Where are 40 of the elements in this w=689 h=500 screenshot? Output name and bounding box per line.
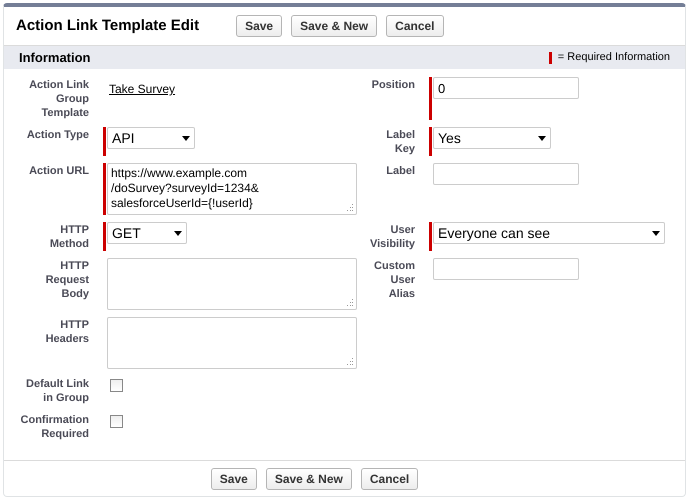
field-label: User Visibility bbox=[368, 223, 415, 251]
form-button[interactable]: Save & New bbox=[266, 468, 352, 490]
field-label: Custom User Alias bbox=[373, 259, 415, 302]
section-title: Information bbox=[19, 48, 90, 67]
dropdown[interactable]: Yes bbox=[433, 127, 551, 149]
caret-icon bbox=[182, 136, 190, 140]
form-button[interactable]: Cancel bbox=[386, 15, 444, 37]
template-link[interactable]: Take Survey bbox=[109, 82, 176, 96]
field-label: Label Key bbox=[385, 128, 415, 156]
text-field[interactable] bbox=[433, 163, 579, 185]
page-title: Action Link Template Edit bbox=[16, 16, 200, 36]
form-button[interactable]: Save bbox=[236, 15, 282, 37]
text-area[interactable] bbox=[107, 258, 357, 310]
field-label: Action URL bbox=[28, 164, 89, 179]
field-label: HTTP Headers bbox=[44, 318, 89, 347]
caret-icon bbox=[538, 136, 546, 140]
dropdown[interactable]: Everyone can see bbox=[433, 222, 665, 244]
field-label: Action Link Group Template bbox=[28, 78, 89, 120]
checkbox[interactable] bbox=[110, 379, 123, 392]
field-label: HTTP Request Body bbox=[44, 259, 89, 302]
required-legend: = Required Information bbox=[558, 49, 670, 66]
caret-icon bbox=[652, 230, 660, 236]
form-button[interactable]: Cancel bbox=[360, 468, 418, 490]
text-area[interactable] bbox=[107, 317, 357, 369]
field-label: Position bbox=[370, 78, 415, 93]
field-label: Confirmation Required bbox=[20, 413, 89, 441]
checkbox[interactable] bbox=[110, 415, 123, 428]
field-label: Default Link in Group bbox=[25, 377, 89, 405]
text-field[interactable] bbox=[433, 258, 579, 280]
dropdown[interactable]: GET bbox=[107, 222, 187, 244]
form-button[interactable]: Save bbox=[210, 468, 257, 490]
form-button[interactable]: Save & New bbox=[291, 15, 378, 37]
caret-icon bbox=[174, 230, 182, 236]
required-marker bbox=[548, 52, 552, 64]
field-label: Label bbox=[385, 164, 415, 179]
field-label: Action Type bbox=[26, 128, 89, 143]
text-area[interactable]: https://www.example.com /doSurvey?surveyId=1234& salesforceUserId={!userId} bbox=[107, 163, 357, 215]
dropdown[interactable]: API bbox=[107, 127, 195, 149]
text-field[interactable]: 0 bbox=[433, 77, 579, 99]
field-label: HTTP Method bbox=[48, 223, 89, 251]
